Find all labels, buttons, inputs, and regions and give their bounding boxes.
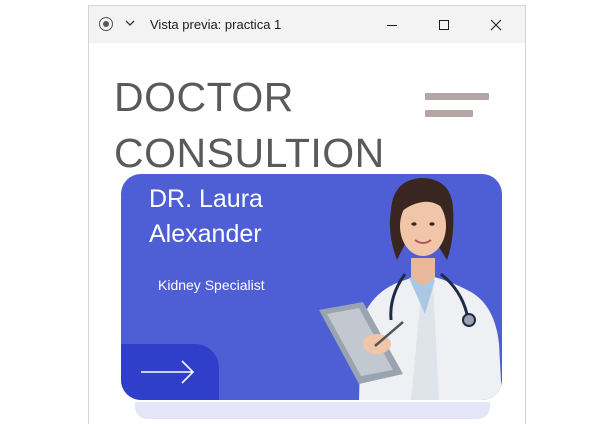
page-title-line-1: DOCTOR	[114, 74, 294, 120]
preview-window: Vista previa: practica 1 DOCTOR CONSULTI…	[88, 5, 526, 424]
app-icon[interactable]	[99, 17, 113, 31]
minimize-icon	[387, 24, 397, 26]
hamburger-bar-top	[425, 93, 489, 100]
title-bar[interactable]: Vista previa: practica 1	[89, 6, 525, 43]
minimize-button[interactable]	[369, 6, 415, 43]
hamburger-menu-icon[interactable]	[425, 93, 489, 123]
doctor-specialty: Kidney Specialist	[158, 277, 265, 293]
hamburger-bar-bottom	[425, 110, 473, 117]
doctor-name: DR. Laura Alexander	[149, 182, 263, 252]
doctor-name-line-2: Alexander	[149, 220, 262, 248]
maximize-icon	[439, 19, 449, 30]
page-title: DOCTOR CONSULTION	[114, 69, 385, 181]
page-title-line-2: CONSULTION	[114, 130, 385, 176]
arrow-right-icon	[141, 360, 195, 384]
card-shadow-strip	[135, 402, 490, 419]
close-button[interactable]	[473, 6, 519, 43]
maximize-button[interactable]	[421, 6, 467, 43]
chevron-down-icon[interactable]	[125, 18, 135, 28]
doctor-photo	[319, 178, 502, 400]
next-arrow-button[interactable]	[121, 344, 219, 400]
window-title: Vista previa: practica 1	[150, 17, 282, 32]
page-content: DOCTOR CONSULTION DR. Laura Alexander Ki…	[89, 43, 525, 424]
doctor-name-line-1: DR. Laura	[149, 185, 263, 213]
close-icon	[490, 19, 502, 30]
doctor-card[interactable]: DR. Laura Alexander Kidney Specialist	[121, 174, 502, 400]
